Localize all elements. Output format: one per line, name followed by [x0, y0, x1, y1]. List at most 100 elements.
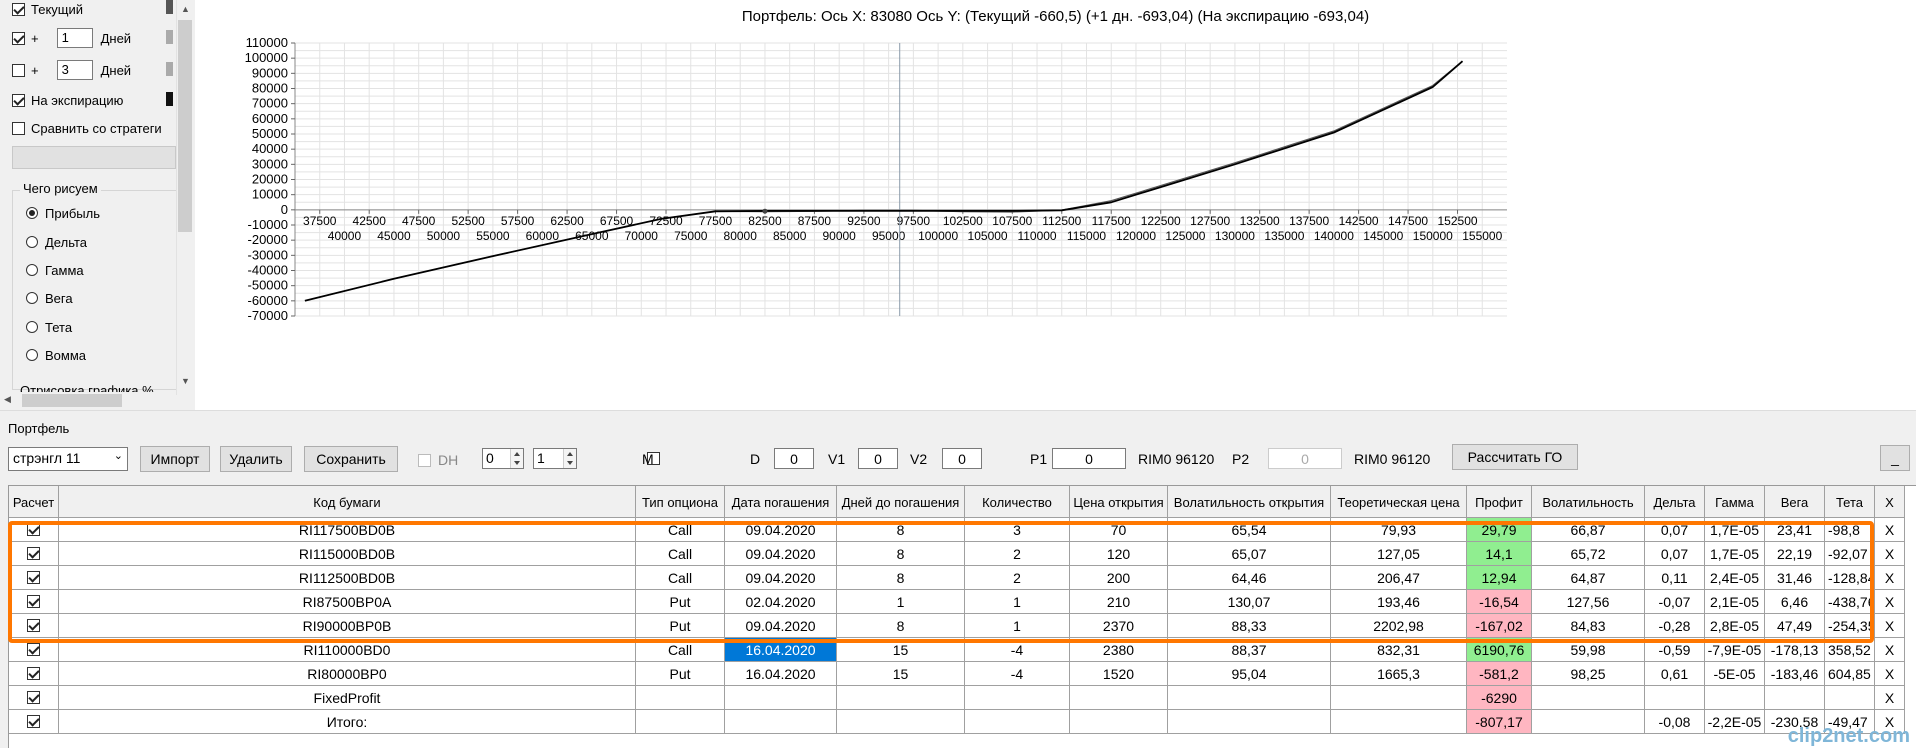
spin2-arrows-icon[interactable] — [563, 449, 576, 468]
cell-x[interactable]: X — [1875, 518, 1905, 542]
cell-vol[interactable] — [1532, 686, 1645, 710]
radio-delta-button[interactable] — [26, 236, 38, 248]
cell-vol-open[interactable] — [1168, 710, 1331, 734]
radio-vomma[interactable]: Вомма — [26, 344, 86, 366]
hdr-x[interactable]: X — [1875, 486, 1905, 518]
cell-delta[interactable]: 0,61 — [1645, 662, 1705, 686]
cell-x[interactable]: X — [1875, 590, 1905, 614]
strategy-select[interactable]: стрэнгл 11 ⌄ — [8, 447, 128, 471]
spin1-input[interactable]: 0 — [482, 448, 524, 469]
hdr-theo[interactable]: Теоретическая цена — [1331, 486, 1467, 518]
cell-date[interactable] — [725, 686, 837, 710]
hdr-days[interactable]: Дней до погашения — [837, 486, 965, 518]
cell-gamma[interactable]: -2,2E-05 — [1705, 710, 1765, 734]
cell-x[interactable]: X — [1875, 566, 1905, 590]
cell-vega[interactable] — [1765, 686, 1825, 710]
expiry-checkbox[interactable] — [12, 93, 25, 107]
cell-vega[interactable]: -183,46 — [1765, 662, 1825, 686]
cell-date[interactable] — [725, 710, 837, 734]
row-calc-checkbox[interactable] — [27, 715, 40, 728]
v1-input[interactable]: 0 — [858, 448, 898, 469]
cell-x[interactable]: X — [1875, 638, 1905, 662]
radio-vega[interactable]: Вега — [26, 287, 73, 309]
hdr-vega[interactable]: Вега — [1765, 486, 1825, 518]
plus2-checkbox[interactable] — [12, 63, 25, 77]
hscroll-thumb[interactable] — [22, 394, 122, 407]
cell-theta[interactable]: 604,85 — [1825, 662, 1875, 686]
hdr-date[interactable]: Дата погашения — [725, 486, 837, 518]
hdr-theta[interactable]: Тета — [1825, 486, 1875, 518]
panel-splitter[interactable] — [0, 410, 1916, 418]
cell-x[interactable]: X — [1875, 614, 1905, 638]
row-calc-checkbox-cell[interactable] — [9, 710, 59, 734]
expiry-row[interactable]: На экспирацию — [12, 89, 123, 111]
cell-qty[interactable]: -4 — [965, 662, 1070, 686]
hdr-qty[interactable]: Количество — [965, 486, 1070, 518]
profit-chart[interactable]: 1100001000009000080000700006000050000400… — [195, 0, 1916, 410]
cell-theo[interactable] — [1331, 686, 1467, 710]
cell-qty[interactable] — [965, 710, 1070, 734]
delete-button[interactable]: Удалить — [220, 446, 292, 472]
hdr-vol[interactable]: Волатильность — [1532, 486, 1645, 518]
cell-code[interactable]: FixedProfit — [59, 686, 636, 710]
dh-checkbox[interactable] — [418, 454, 431, 467]
plus2-days-input[interactable]: 3 — [56, 60, 93, 80]
cell-profit[interactable]: -6290 — [1467, 686, 1532, 710]
cell-vol-open[interactable] — [1168, 686, 1331, 710]
cell-vol[interactable]: 98,25 — [1532, 662, 1645, 686]
cell-type[interactable] — [636, 686, 725, 710]
cell-code[interactable]: Итого: — [59, 710, 636, 734]
cell-theo[interactable]: 1665,3 — [1331, 662, 1467, 686]
cell-date[interactable]: 16.04.2020 — [725, 662, 837, 686]
hdr-delta[interactable]: Дельта — [1645, 486, 1705, 518]
hdr-calc[interactable]: Расчет — [9, 486, 59, 518]
left-panel-horizontal-scrollbar[interactable]: ◀ — [0, 392, 176, 409]
minimize-button[interactable]: _ — [1880, 445, 1910, 471]
cell-gamma[interactable]: -5E-05 — [1705, 662, 1765, 686]
table-row[interactable]: RI80000BP0 Put 16.04.2020 15 -4 1520 95,04 1665… — [9, 662, 1916, 686]
radio-delta[interactable]: Дельта — [26, 231, 87, 253]
cell-days[interactable] — [837, 710, 965, 734]
radio-profit[interactable]: Прибыль — [26, 202, 100, 224]
hdr-code[interactable]: Код бумаги — [59, 486, 636, 518]
save-button[interactable]: Сохранить — [304, 446, 398, 472]
cell-x[interactable]: X — [1875, 686, 1905, 710]
cell-price[interactable] — [1070, 710, 1168, 734]
cell-price[interactable] — [1070, 686, 1168, 710]
table-row[interactable]: FixedProfit -6290 X — [9, 686, 1916, 710]
cell-code[interactable]: RI80000BP0 — [59, 662, 636, 686]
p2-input[interactable]: 0 — [1268, 448, 1342, 469]
cell-x[interactable]: X — [1875, 542, 1905, 566]
scroll-thumb[interactable] — [178, 20, 192, 232]
spin1-arrows-icon[interactable] — [510, 449, 523, 468]
current-checkbox-row[interactable]: Текущий — [12, 0, 83, 20]
table-row[interactable]: Итого: -807,17 -0,08 -2,2E-05 -230,58 -49,47 X — [9, 710, 1916, 734]
cell-price[interactable]: 1520 — [1070, 662, 1168, 686]
cell-qty[interactable] — [965, 686, 1070, 710]
hdr-price[interactable]: Цена открытия — [1070, 486, 1168, 518]
radio-vega-button[interactable] — [26, 292, 38, 304]
cell-vol[interactable] — [1532, 710, 1645, 734]
row-calc-checkbox-cell[interactable] — [9, 686, 59, 710]
cell-delta[interactable] — [1645, 686, 1705, 710]
scroll-up-icon[interactable]: ▲ — [181, 4, 190, 14]
compare-row[interactable]: Сравнить со стратеги — [12, 117, 162, 139]
cell-type[interactable]: Put — [636, 662, 725, 686]
compare-checkbox[interactable] — [12, 121, 25, 135]
plus1-days-input[interactable]: 1 — [56, 28, 93, 48]
cell-vol-open[interactable]: 95,04 — [1168, 662, 1331, 686]
left-panel-vertical-scrollbar[interactable]: ▲ ▼ — [176, 0, 193, 395]
radio-theta[interactable]: Тета — [26, 316, 72, 338]
cell-x[interactable]: X — [1875, 662, 1905, 686]
row-calc-checkbox-cell[interactable] — [9, 662, 59, 686]
v2-input[interactable]: 0 — [942, 448, 982, 469]
d-input[interactable]: 0 — [774, 448, 814, 469]
cell-delta[interactable]: -0,08 — [1645, 710, 1705, 734]
chevron-down-icon[interactable]: ⌄ — [114, 449, 123, 462]
import-button[interactable]: Импорт — [140, 446, 210, 472]
cell-gamma[interactable] — [1705, 686, 1765, 710]
cell-theo[interactable] — [1331, 710, 1467, 734]
cell-type[interactable] — [636, 710, 725, 734]
radio-gamma[interactable]: Гамма — [26, 259, 84, 281]
radio-profit-button[interactable] — [26, 207, 38, 219]
